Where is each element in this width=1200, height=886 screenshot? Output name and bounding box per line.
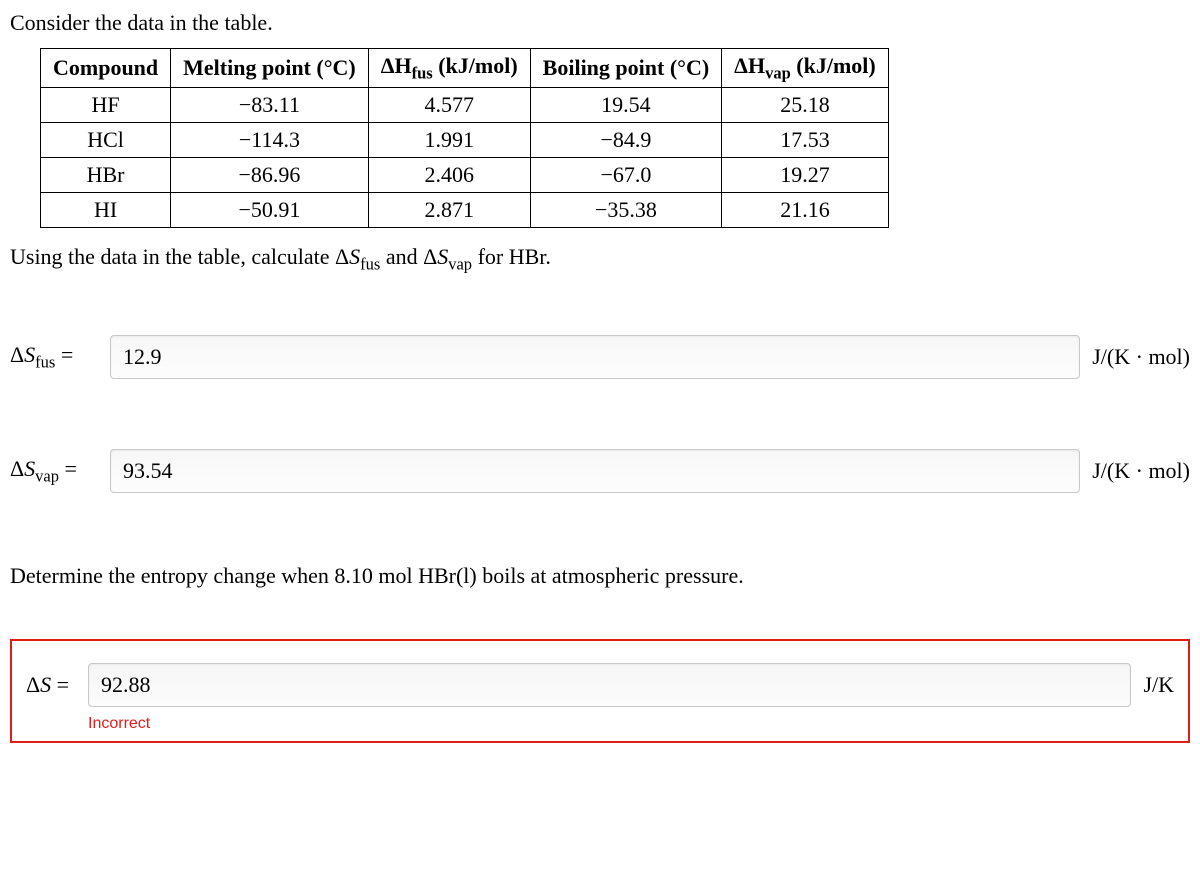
cell-bp: −84.9 (530, 123, 722, 158)
cell-hvap: 21.16 (722, 193, 889, 228)
table-row: HF −83.11 4.577 19.54 25.18 (41, 88, 889, 123)
cell-hfus: 4.577 (368, 88, 530, 123)
answer-row-fus: ΔSfus = J/(K · mol) (10, 335, 1190, 379)
table-row: HCl −114.3 1.991 −84.9 17.53 (41, 123, 889, 158)
cell-bp: 19.54 (530, 88, 722, 123)
unit-fus: J/(K · mol) (1080, 344, 1190, 370)
input-delta-s-fus[interactable] (110, 335, 1080, 379)
cell-bp: −35.38 (530, 193, 722, 228)
status-incorrect: Incorrect (88, 715, 1174, 733)
table-row: HI −50.91 2.871 −35.38 21.16 (41, 193, 889, 228)
cell-hfus: 1.991 (368, 123, 530, 158)
cell-hfus: 2.871 (368, 193, 530, 228)
incorrect-answer-box: ΔS = J/K Incorrect (10, 639, 1190, 743)
prompt-intro: Consider the data in the table. (10, 10, 1190, 36)
cell-mp: −114.3 (171, 123, 369, 158)
cell-compound: HCl (41, 123, 171, 158)
cell-hvap: 25.18 (722, 88, 889, 123)
cell-compound: HI (41, 193, 171, 228)
col-delta-h-fus: ΔHfus (kJ/mol) (368, 49, 530, 88)
cell-bp: −67.0 (530, 158, 722, 193)
answer-row-ds: ΔS = J/K (26, 663, 1174, 707)
table-row: HBr −86.96 2.406 −67.0 19.27 (41, 158, 889, 193)
label-delta-s-vap: ΔSvap = (10, 456, 110, 486)
col-compound: Compound (41, 49, 171, 88)
label-delta-s-fus: ΔSfus = (10, 342, 110, 372)
table-header-row: Compound Melting point (°C) ΔHfus (kJ/mo… (41, 49, 889, 88)
cell-compound: HBr (41, 158, 171, 193)
cell-compound: HF (41, 88, 171, 123)
cell-hvap: 19.27 (722, 158, 889, 193)
answer-row-vap: ΔSvap = J/(K · mol) (10, 449, 1190, 493)
cell-hvap: 17.53 (722, 123, 889, 158)
unit-vap: J/(K · mol) (1080, 458, 1190, 484)
input-delta-s[interactable] (88, 663, 1131, 707)
cell-mp: −86.96 (171, 158, 369, 193)
instruction-text: Using the data in the table, calculate Δ… (10, 244, 1190, 274)
data-table-wrap: Compound Melting point (°C) ΔHfus (kJ/mo… (40, 48, 1190, 228)
input-delta-s-vap[interactable] (110, 449, 1080, 493)
data-table: Compound Melting point (°C) ΔHfus (kJ/mo… (40, 48, 889, 228)
col-boiling-point: Boiling point (°C) (530, 49, 722, 88)
cell-hfus: 2.406 (368, 158, 530, 193)
question-two: Determine the entropy change when 8.10 m… (10, 563, 1190, 589)
cell-mp: −83.11 (171, 88, 369, 123)
label-delta-s: ΔS = (26, 672, 88, 698)
unit-ds: J/K (1131, 672, 1174, 698)
col-melting-point: Melting point (°C) (171, 49, 369, 88)
cell-mp: −50.91 (171, 193, 369, 228)
col-delta-h-vap: ΔHvap (kJ/mol) (722, 49, 889, 88)
